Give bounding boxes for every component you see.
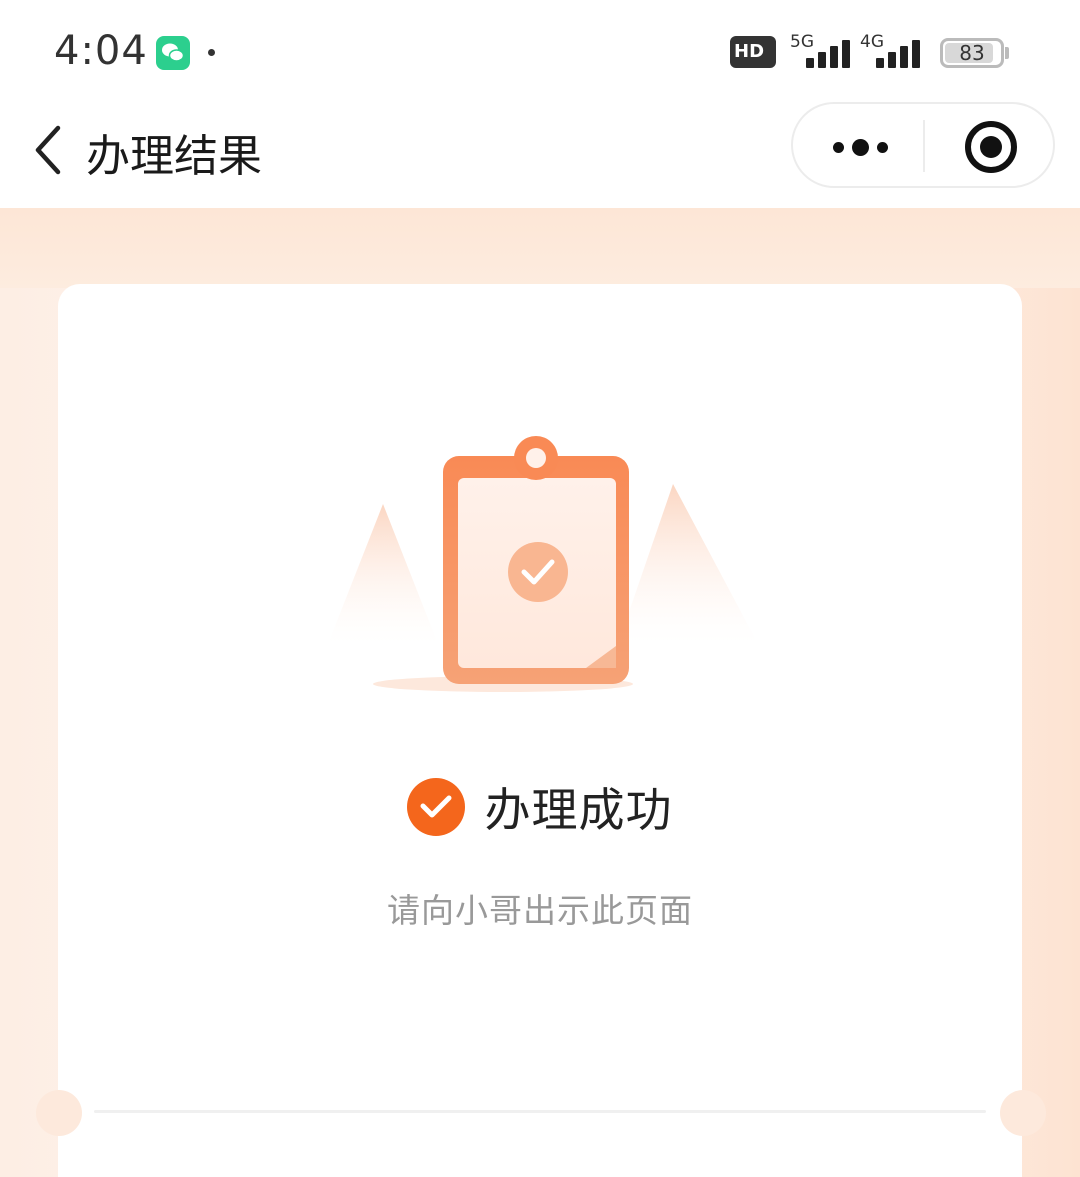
back-button[interactable]: [28, 122, 72, 178]
result-status-row: 办理成功: [58, 774, 1022, 854]
signal-4g-icon: [876, 38, 926, 68]
card-divider: [94, 1110, 986, 1113]
wechat-icon: [156, 36, 190, 70]
back-arrow-icon: [35, 125, 61, 175]
capsule-divider: [923, 120, 925, 172]
close-button[interactable]: [965, 121, 1017, 173]
status-time: 4:04: [54, 28, 148, 74]
hd-badge: HD: [730, 36, 776, 68]
content-top-band: [0, 208, 1080, 288]
status-bar: 4:04 HD 5G 4G 83: [0, 0, 1080, 100]
battery-level: 83: [959, 41, 985, 65]
result-card: 办理成功 请向小哥出示此页面: [58, 284, 1022, 1177]
card-notch-right: [1000, 1090, 1046, 1136]
page-title: 办理结果: [86, 131, 262, 182]
more-dot-center: [852, 139, 869, 156]
mini-program-capsule: [791, 102, 1055, 188]
more-button[interactable]: [813, 116, 909, 176]
result-subtitle: 请向小哥出示此页面: [387, 891, 693, 930]
signal-5g-icon: [806, 38, 856, 68]
notification-dot: [208, 49, 215, 56]
close-target-icon: [980, 136, 1002, 158]
card-notch-left: [36, 1090, 82, 1136]
battery-cap: [1005, 47, 1009, 59]
screen: 4:04 HD 5G 4G 83 办理结果 办理成功 请向小哥出示此页面: [0, 0, 1080, 1177]
more-dots-icon: [833, 142, 844, 153]
result-title: 办理成功: [484, 783, 673, 837]
nav-bar: 办理结果: [0, 100, 1080, 208]
clipboard-illustration: [328, 436, 758, 692]
check-circle-icon: [407, 778, 466, 836]
more-dot-right: [877, 142, 888, 153]
battery-icon: 83: [940, 38, 1004, 68]
